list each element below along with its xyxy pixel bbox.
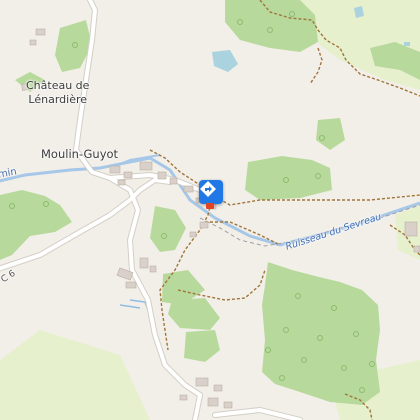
direction-arrow-icon <box>200 181 216 197</box>
chateau-label: Château de Lénardière <box>26 79 89 107</box>
map-canvas[interactable] <box>0 0 420 420</box>
location-pin-icon <box>206 203 214 209</box>
chateau-label-line2: Lénardière <box>28 93 88 106</box>
map-view[interactable]: Château de Lénardière Moulin-Guyot min C… <box>0 0 420 420</box>
moulin-guyot-label: Moulin-Guyot <box>41 147 119 161</box>
chateau-label-line1: Château de <box>26 79 90 92</box>
poi-marker-button[interactable] <box>199 180 223 204</box>
